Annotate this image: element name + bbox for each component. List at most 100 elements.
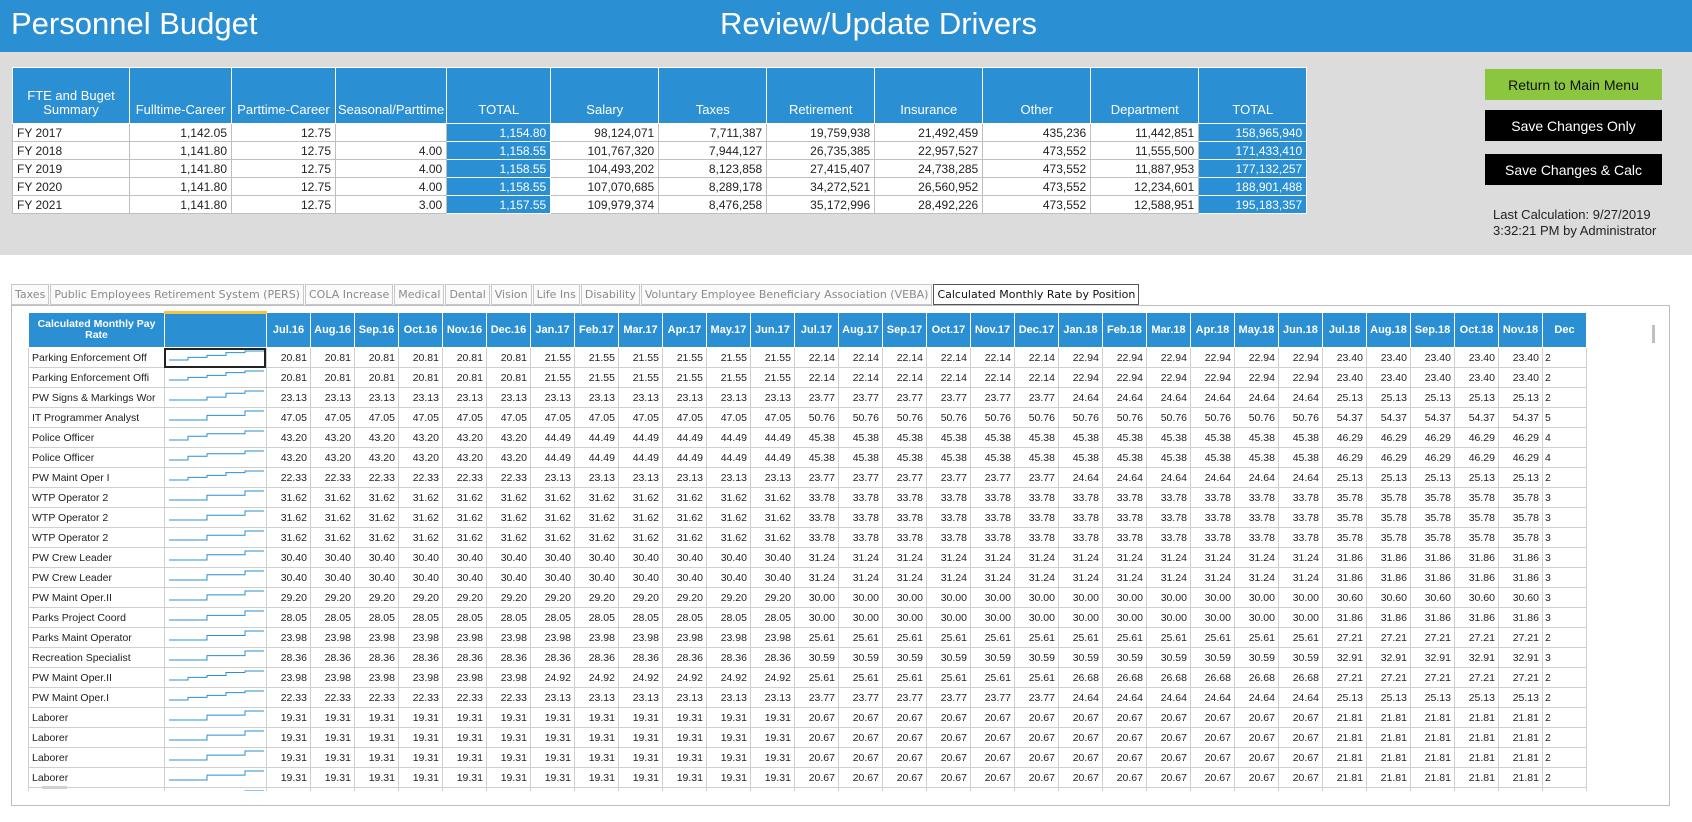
rate-cell[interactable]: 47.05 <box>309 407 355 428</box>
rate-cell[interactable]: 43.20 <box>441 447 487 468</box>
rate-cell[interactable]: 22.33 <box>309 687 355 708</box>
rate-cell[interactable]: 30.00 <box>1189 587 1235 608</box>
summary-cell[interactable]: 7,711,387 <box>658 123 768 142</box>
rate-cell[interactable]: 42.08 <box>617 787 663 791</box>
rate-cell[interactable]: 21.81 <box>1453 767 1499 788</box>
rate-cell[interactable]: 30.40 <box>661 567 707 588</box>
rate-cell[interactable]: 31.62 <box>309 487 355 508</box>
summary-cell[interactable]: 12.75 <box>231 177 336 196</box>
rate-cell[interactable]: 30.00 <box>1189 607 1235 628</box>
rate-cell[interactable]: 30.00 <box>837 607 883 628</box>
rate-cell[interactable]: 42.08 <box>749 787 795 791</box>
summary-cell[interactable]: 107,070,685 <box>550 177 660 196</box>
rate-cell[interactable]: 27.21 <box>1453 627 1499 648</box>
rate-cell[interactable]: 33.78 <box>1189 487 1235 508</box>
rate-cell[interactable]: 43.20 <box>265 447 311 468</box>
rate-cell[interactable]: 31.24 <box>1277 567 1323 588</box>
rate-cell[interactable]: 24.64 <box>1057 467 1103 488</box>
rate-cell[interactable]: 22.33 <box>397 687 443 708</box>
rate-cell[interactable]: 24.64 <box>1057 387 1103 408</box>
rate-cell[interactable]: 21.55 <box>661 367 707 388</box>
rate-cell[interactable]: 20.67 <box>881 727 927 748</box>
summary-cell[interactable]: 188,901,488 <box>1198 177 1308 196</box>
rate-cell[interactable]: 20.67 <box>1277 727 1323 748</box>
rate-cell[interactable]: 23.40 <box>1321 347 1367 368</box>
rate-cell[interactable]: 47.71 <box>1365 787 1411 791</box>
rate-cell[interactable]: 20.81 <box>353 367 399 388</box>
rate-cell[interactable]: 33.78 <box>969 527 1015 548</box>
rate-cell[interactable]: 24.64 <box>1233 467 1279 488</box>
rate-cell[interactable]: 27.21 <box>1409 627 1455 648</box>
rate-cell[interactable]: 22.14 <box>1013 347 1059 368</box>
rate-cell[interactable]: 22.33 <box>485 687 531 708</box>
rate-cell[interactable]: 19.31 <box>353 707 399 728</box>
rate-cell[interactable]: 28.05 <box>485 607 531 628</box>
summary-cell[interactable]: 1,158.55 <box>446 141 552 160</box>
save-changes-and-calc-button[interactable]: Save Changes & Calc <box>1485 154 1662 185</box>
rate-cell[interactable]: 46.29 <box>1497 447 1543 468</box>
rate-cell[interactable]: 44.96 <box>1145 787 1191 791</box>
rate-cell[interactable]: 23.13 <box>573 467 619 488</box>
rate-cell[interactable]: 32.91 <box>1409 647 1455 668</box>
rate-cell[interactable]: 43.20 <box>441 427 487 448</box>
rate-cell[interactable]: 31.24 <box>925 547 971 568</box>
rate-cell[interactable]: 33.78 <box>1101 487 1147 508</box>
rate-cell[interactable]: 31.86 <box>1409 547 1455 568</box>
tab-9[interactable]: Calculated Monthly Rate by Position <box>933 284 1140 305</box>
rate-cell[interactable]: 35.78 <box>1453 507 1499 528</box>
rate-cell[interactable]: 47.05 <box>749 407 795 428</box>
rate-cell[interactable]: 30.00 <box>793 587 839 608</box>
rate-cell[interactable]: 31.24 <box>1101 547 1147 568</box>
rate-cell[interactable]: 25.61 <box>1233 627 1279 648</box>
rate-cell[interactable]: 21.81 <box>1321 727 1367 748</box>
rate-cell[interactable]: 30.59 <box>1189 647 1235 668</box>
rate-cell[interactable]: 22.94 <box>1233 367 1279 388</box>
rate-cell[interactable]: 23.13 <box>617 467 663 488</box>
rate-cell[interactable]: 20.67 <box>1189 727 1235 748</box>
rate-cell[interactable]: 43.20 <box>353 427 399 448</box>
trend-sparkline-cell[interactable] <box>163 667 267 688</box>
rate-cell[interactable]: 19.31 <box>617 707 663 728</box>
rate-cell[interactable]: 19.31 <box>309 727 355 748</box>
rate-cell[interactable]: 23.98 <box>661 627 707 648</box>
rate-cell-partial[interactable]: 4 <box>1541 427 1587 448</box>
rate-cell[interactable]: 27.21 <box>1409 667 1455 688</box>
rate-cell[interactable]: 19.31 <box>617 727 663 748</box>
rate-cell[interactable]: 50.76 <box>881 407 927 428</box>
rate-cell[interactable]: 22.33 <box>353 687 399 708</box>
rate-cell[interactable]: 21.55 <box>529 347 575 368</box>
rate-cell[interactable]: 23.13 <box>529 687 575 708</box>
rate-cell[interactable]: 23.77 <box>837 387 883 408</box>
rate-cell[interactable]: 25.13 <box>1497 687 1543 708</box>
rate-cell[interactable]: 30.60 <box>1365 587 1411 608</box>
trend-sparkline-cell[interactable] <box>163 627 267 648</box>
rate-cell[interactable]: 30.00 <box>1277 607 1323 628</box>
rate-cell[interactable]: 44.96 <box>837 787 883 791</box>
rate-cell[interactable]: 35.78 <box>1365 487 1411 508</box>
rate-cell[interactable]: 33.78 <box>837 487 883 508</box>
rate-cell[interactable]: 21.55 <box>749 367 795 388</box>
rate-cell[interactable]: 27.21 <box>1365 627 1411 648</box>
summary-cell[interactable]: 4.00 <box>334 159 448 178</box>
rate-cell[interactable]: 30.00 <box>837 587 883 608</box>
rate-cell[interactable]: 30.40 <box>265 547 311 568</box>
rate-cell[interactable]: 24.92 <box>529 667 575 688</box>
summary-cell[interactable]: 28,492,226 <box>874 195 984 214</box>
rate-cell[interactable]: 19.31 <box>441 747 487 768</box>
rate-cell[interactable]: 25.61 <box>793 627 839 648</box>
rate-cell[interactable]: 30.59 <box>1101 647 1147 668</box>
rate-cell[interactable]: 42.08 <box>529 787 575 791</box>
rate-cell[interactable]: 22.33 <box>309 467 355 488</box>
rate-cell[interactable]: 23.98 <box>485 627 531 648</box>
rate-cell[interactable]: 23.77 <box>969 687 1015 708</box>
rate-cell[interactable]: 31.24 <box>1189 547 1235 568</box>
rate-cell-partial[interactable]: 4 <box>1541 787 1587 791</box>
summary-cell[interactable]: 19,759,938 <box>766 123 876 142</box>
rate-cell[interactable]: 31.86 <box>1453 567 1499 588</box>
rate-cell[interactable]: 20.81 <box>397 347 443 368</box>
rate-cell[interactable]: 35.78 <box>1497 507 1543 528</box>
rate-cell[interactable]: 27.21 <box>1321 667 1367 688</box>
rate-cell[interactable]: 23.13 <box>705 387 751 408</box>
rate-cell[interactable]: 30.40 <box>485 567 531 588</box>
rate-cell[interactable]: 30.00 <box>969 587 1015 608</box>
